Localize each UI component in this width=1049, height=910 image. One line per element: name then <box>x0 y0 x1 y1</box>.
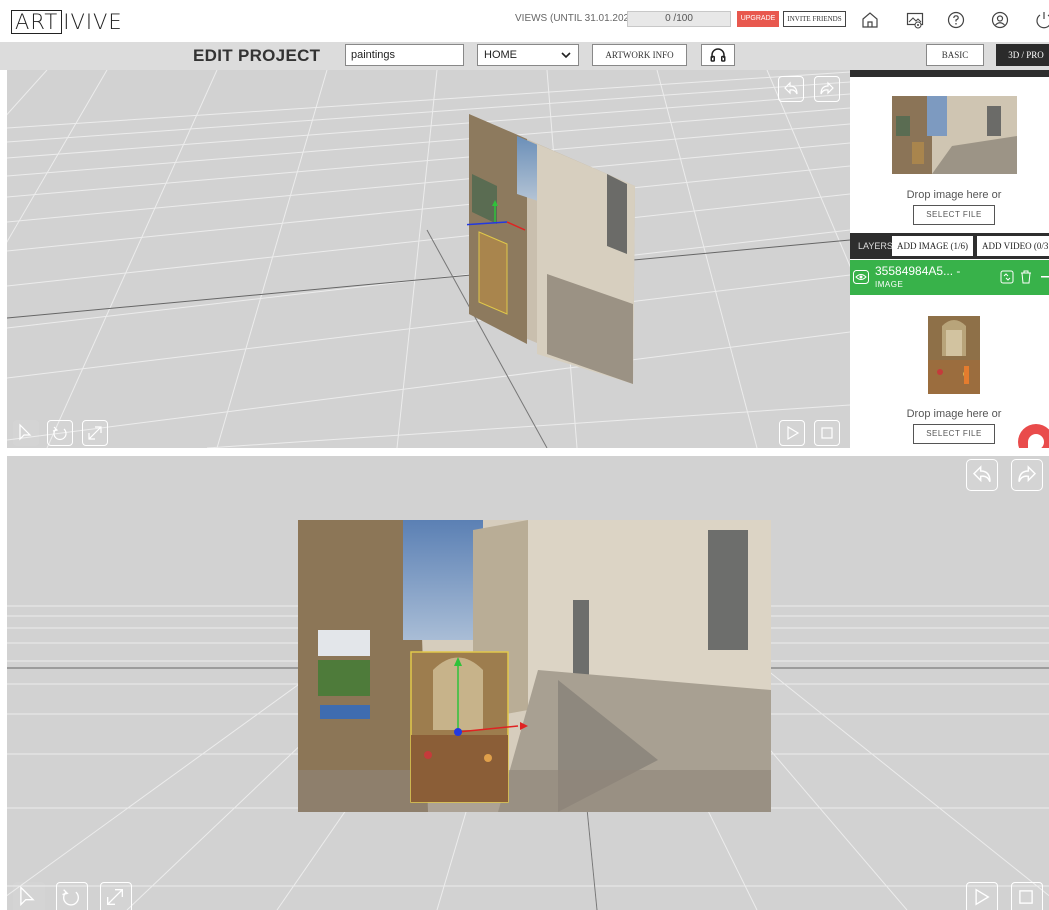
panel-header-bar <box>850 70 1049 77</box>
collapse-icon[interactable] <box>1041 276 1049 278</box>
logo-rest-text: IVIVE <box>63 10 123 34</box>
redo-button[interactable] <box>814 76 840 102</box>
undo-icon <box>972 465 991 483</box>
location-select[interactable]: HOME <box>477 44 579 66</box>
target-image-front[interactable] <box>298 520 771 812</box>
redo-icon <box>1018 465 1037 483</box>
target-select-file-button[interactable]: SELECT FILE <box>913 205 995 225</box>
home-icon[interactable] <box>860 10 880 30</box>
artivive-logo[interactable]: ART IVIVE <box>11 9 123 35</box>
front-scale-tool-button[interactable] <box>100 882 132 910</box>
artwork-info-button[interactable]: ARTWORK INFO <box>592 44 687 66</box>
layer-image-thumbnail[interactable] <box>928 316 980 394</box>
upgrade-button[interactable]: UPGRADE <box>737 11 779 27</box>
select-tool-button[interactable] <box>13 420 39 446</box>
add-image-button[interactable]: ADD IMAGE (1/6) <box>892 236 973 256</box>
scale-tool-icon <box>106 888 124 906</box>
chevron-down-icon <box>561 52 571 59</box>
front-select-tool-button[interactable] <box>13 882 45 910</box>
scale-tool-icon <box>88 426 102 440</box>
undo-icon <box>784 81 798 95</box>
target-drop-text: Drop image here or <box>906 189 1002 201</box>
layer-name: 35584984A5... - <box>875 264 961 278</box>
stop-icon <box>1019 890 1033 904</box>
redo-icon <box>820 81 834 95</box>
layer-drop-text: Drop image here or <box>906 408 1002 420</box>
front-undo-button[interactable] <box>966 459 998 491</box>
help-icon[interactable] <box>946 10 966 30</box>
headphones-icon <box>710 48 726 62</box>
play-icon <box>787 425 800 441</box>
front-rotate-tool-button[interactable] <box>56 882 88 910</box>
play-icon <box>975 888 990 906</box>
visibility-icon[interactable] <box>853 270 869 284</box>
undo-button[interactable] <box>778 76 804 102</box>
layer-item[interactable]: 35584984A5... - IMAGE <box>850 260 1049 295</box>
rotate-tool-button[interactable] <box>47 420 73 446</box>
replace-image-icon[interactable] <box>1000 270 1014 284</box>
select-tool-icon <box>19 423 32 441</box>
views-value: 0 /100 <box>665 13 693 24</box>
side-panel: Drop image here or SELECT FILE LAYERS AD… <box>850 70 1049 448</box>
basic-mode-button[interactable]: BASIC <box>926 44 984 66</box>
stop-button[interactable] <box>814 420 840 446</box>
front-play-button[interactable] <box>966 882 998 910</box>
front-redo-button[interactable] <box>1011 459 1043 491</box>
perspective-viewport[interactable] <box>7 70 850 448</box>
ground-grid <box>7 70 850 448</box>
pro-mode-button[interactable]: 3D / PRO <box>996 44 1049 66</box>
layers-header: LAYERS ADD IMAGE (1/6) ADD VIDEO (0/3 <box>850 233 1049 259</box>
views-progress: 0 /100 <box>627 11 731 27</box>
front-viewport[interactable] <box>7 456 1049 910</box>
account-icon[interactable] <box>990 10 1010 30</box>
audio-button[interactable] <box>701 44 735 66</box>
page-title: EDIT PROJECT <box>193 46 321 65</box>
stop-icon <box>821 427 833 439</box>
layer-select-file-button[interactable]: SELECT FILE <box>913 424 995 444</box>
delete-icon[interactable] <box>1020 270 1032 284</box>
layers-label: LAYERS <box>858 241 893 251</box>
target-image-3d[interactable] <box>467 114 647 384</box>
location-select-value: HOME <box>484 49 517 61</box>
rotate-tool-icon <box>62 889 79 906</box>
front-stop-button[interactable] <box>1011 882 1043 910</box>
power-icon[interactable] <box>1034 10 1049 30</box>
project-name-input[interactable] <box>345 44 464 66</box>
select-tool-icon <box>20 885 35 907</box>
scale-tool-button[interactable] <box>82 420 108 446</box>
target-image-thumbnail[interactable] <box>892 96 1017 174</box>
play-button[interactable] <box>779 420 805 446</box>
logo-boxed-text: ART <box>11 10 63 34</box>
top-bar: ART IVIVE VIEWS (UNTIL 31.01.2022) 0 /100… <box>0 0 1049 42</box>
rotate-tool-icon <box>52 426 67 440</box>
layer-type: IMAGE <box>875 280 904 289</box>
add-video-button[interactable]: ADD VIDEO (0/3 <box>977 236 1049 256</box>
views-label: VIEWS (UNTIL 31.01.2022) <box>515 13 639 24</box>
gallery-icon[interactable] <box>905 10 925 30</box>
invite-friends-button[interactable]: INVITE FRIENDS <box>783 11 846 27</box>
editor-toolbar: EDIT PROJECT HOME ARTWORK INFO BASIC 3D … <box>0 42 1049 70</box>
viewport-divider <box>0 448 1049 456</box>
